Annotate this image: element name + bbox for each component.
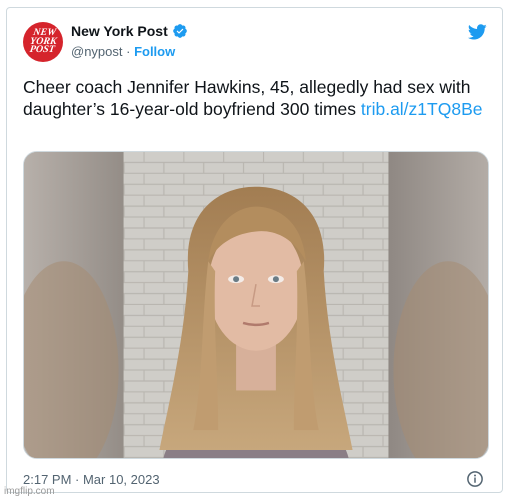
tweet-card[interactable]: NEW YORK POST New York Post @nypost · Fo… (6, 7, 503, 493)
separator-dot: · (122, 44, 135, 59)
imgflip-watermark: imgflip.com (4, 486, 55, 497)
handle-row: @nypost · Follow (71, 44, 175, 59)
tweet-link[interactable]: trib.al​/z1TQ8Be (361, 99, 483, 119)
tweet-photo[interactable] (23, 151, 489, 459)
avatar[interactable]: NEW YORK POST (23, 22, 63, 62)
account-handle[interactable]: @nypost (71, 44, 123, 59)
mugshot-photo (24, 152, 488, 458)
account-name-row: New York Post (71, 23, 188, 39)
twitter-bird-icon[interactable] (466, 22, 488, 42)
tweet-text: Cheer coach Jennifer Hawkins, 45, allege… (23, 76, 483, 120)
tweet-timestamp[interactable]: 2:17 PM · Mar 10, 2023 (23, 472, 160, 487)
account-name[interactable]: New York Post (71, 23, 168, 39)
verified-badge-icon (172, 24, 187, 38)
follow-button[interactable]: Follow (134, 44, 175, 59)
info-icon[interactable] (466, 470, 484, 488)
avatar-logo-text: NEW YORK POST (28, 27, 58, 56)
